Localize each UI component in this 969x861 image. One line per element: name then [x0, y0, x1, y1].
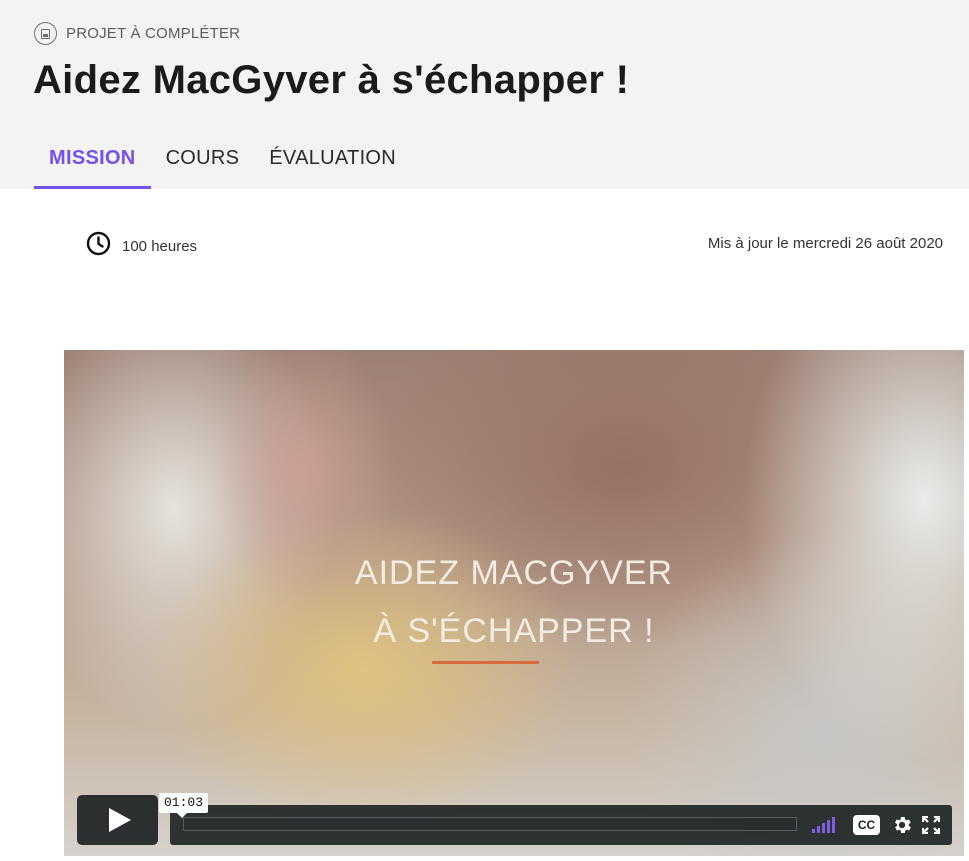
tab-cours[interactable]: COURS — [151, 136, 255, 189]
clock-icon — [86, 231, 111, 261]
video-controls: CC — [170, 805, 952, 845]
project-kind: PROJET À COMPLÉTER — [34, 22, 240, 45]
tab-bar: MISSION COURS ÉVALUATION — [34, 136, 411, 189]
page-header: PROJET À COMPLÉTER Aidez MacGyver à s'éc… — [0, 0, 969, 189]
play-button[interactable] — [77, 795, 158, 845]
video-overlay-underline — [432, 661, 539, 664]
gear-icon[interactable] — [891, 814, 913, 836]
captions-button[interactable]: CC — [853, 815, 880, 835]
video-player[interactable]: AIDEZ MACGYVER À S'ÉCHAPPER ! CC 01:03 — [64, 350, 964, 856]
project-kind-label: PROJET À COMPLÉTER — [66, 25, 241, 42]
play-icon — [108, 808, 131, 832]
progress-bar[interactable] — [183, 817, 797, 831]
tab-mission[interactable]: MISSION — [34, 136, 151, 189]
project-icon — [34, 22, 57, 45]
time-tooltip: 01:03 — [159, 793, 209, 818]
fullscreen-icon[interactable] — [921, 815, 941, 835]
video-overlay-title-line2: À S'ÉCHAPPER ! — [373, 612, 655, 650]
duration-info: 100 heures — [86, 231, 197, 261]
tab-evaluation[interactable]: ÉVALUATION — [254, 136, 411, 189]
duration-label: 100 heures — [122, 237, 198, 255]
volume-icon[interactable] — [812, 817, 842, 833]
page-title: Aidez MacGyver à s'échapper ! — [33, 58, 630, 102]
updated-date: Mis à jour le mercredi 26 août 2020 — [707, 235, 943, 252]
video-overlay-title-line1: AIDEZ MACGYVER — [354, 554, 674, 592]
